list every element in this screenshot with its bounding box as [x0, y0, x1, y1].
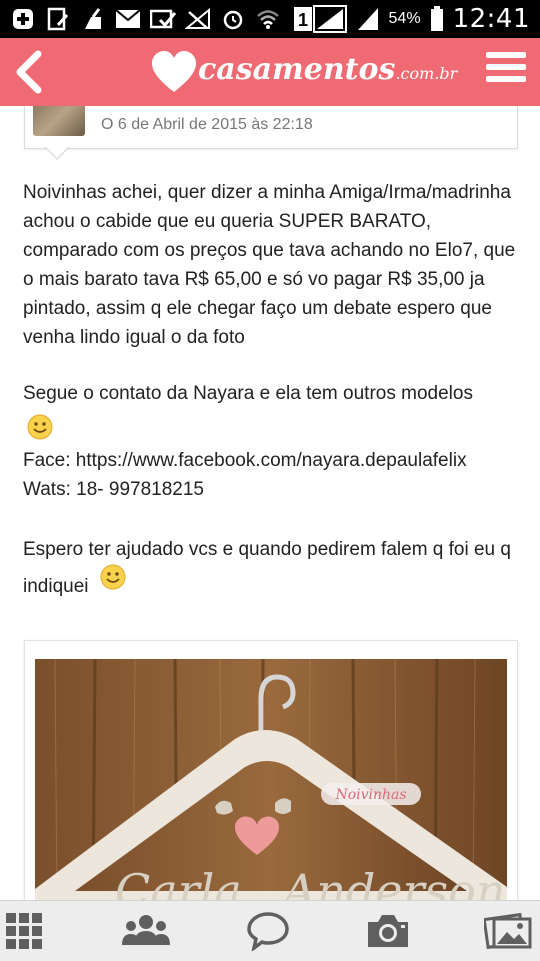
logo-suffix: .com.br	[395, 64, 458, 83]
nav-community-button[interactable]	[122, 911, 170, 951]
whatsapp-contact[interactable]: Wats: 18- 997818215	[23, 475, 523, 504]
status-bar: 1 54% 12:41	[0, 0, 540, 38]
post-body: Noivinhas achei, quer dizer a minha Amig…	[23, 178, 523, 605]
hanger-text-right: Anderson	[279, 864, 505, 900]
chevron-left-icon	[16, 50, 42, 94]
community-icon	[122, 915, 170, 945]
add-icon	[10, 6, 36, 32]
nav-camera-button[interactable]	[364, 911, 412, 951]
post-date: O 6 de Abril de 2015 às 22:18	[101, 116, 313, 133]
back-button[interactable]	[10, 48, 50, 96]
logo-name: casamentos	[198, 52, 396, 87]
alarm-icon	[220, 6, 246, 32]
status-icons-right: 54% 12:41	[312, 4, 530, 34]
hanger-image: Carla Anderson Noivinhas	[35, 659, 507, 900]
hanger-text-left: Carla	[115, 864, 242, 900]
signal-icon	[355, 6, 381, 32]
gallery-icon	[484, 912, 532, 950]
note-icon	[45, 6, 71, 32]
nav-chat-button[interactable]	[244, 911, 292, 951]
post-paragraph-3: Espero ter ajudado vcs e quando pedirem …	[23, 531, 523, 605]
no-signal-icon	[185, 6, 211, 32]
heart-icon	[152, 51, 196, 92]
cleaner-icon	[80, 6, 106, 32]
mail-icon	[115, 6, 141, 32]
reply-header-card: O 6 de Abril de 2015 às 22:18	[24, 106, 518, 149]
hamburger-icon	[486, 52, 526, 82]
wifi-icon	[255, 6, 281, 32]
post-content[interactable]: O 6 de Abril de 2015 às 22:18 Noivinhas …	[0, 106, 540, 900]
reply-tail	[44, 146, 70, 160]
watermark-text: Noivinhas	[334, 787, 406, 803]
smiley-icon	[27, 414, 53, 440]
mail-check-icon	[150, 6, 176, 32]
post-paragraph-2: Segue o contato da Nayara e ela tem outr…	[23, 379, 523, 446]
avatar[interactable]	[33, 106, 85, 136]
status-icons-left: 1	[10, 6, 316, 32]
battery-icon	[429, 6, 445, 32]
camera-icon	[368, 915, 408, 947]
bottom-navigation	[0, 900, 540, 961]
post-paragraph-2-text: Segue o contato da Nayara e ela tem outr…	[23, 383, 473, 404]
logo-text: casamentos.com.br	[198, 52, 457, 87]
battery-percent: 54%	[388, 10, 421, 27]
sim-badge-text: 1	[298, 10, 308, 30]
menu-button[interactable]	[486, 52, 526, 88]
post-paragraph-3-text: Espero ter ajudado vcs e quando pedirem …	[23, 539, 511, 597]
chat-icon	[247, 912, 289, 951]
nav-grid-button[interactable]	[0, 911, 48, 951]
nav-gallery-button[interactable]	[484, 911, 532, 951]
grid-icon	[6, 913, 42, 949]
app-bar: casamentos.com.br	[0, 38, 540, 106]
smiley-icon	[100, 564, 126, 590]
facebook-contact[interactable]: Face: https://www.facebook.com/nayara.de…	[23, 446, 523, 475]
attached-photo-card[interactable]: Carla Anderson Noivinhas	[24, 640, 518, 900]
casamentos-logo[interactable]: casamentos.com.br	[150, 46, 457, 98]
clock: 12:41	[452, 4, 530, 34]
hanger-photo[interactable]: Carla Anderson Noivinhas	[35, 659, 507, 900]
signal-icon	[312, 5, 347, 33]
post-paragraph-1: Noivinhas achei, quer dizer a minha Amig…	[23, 182, 516, 348]
